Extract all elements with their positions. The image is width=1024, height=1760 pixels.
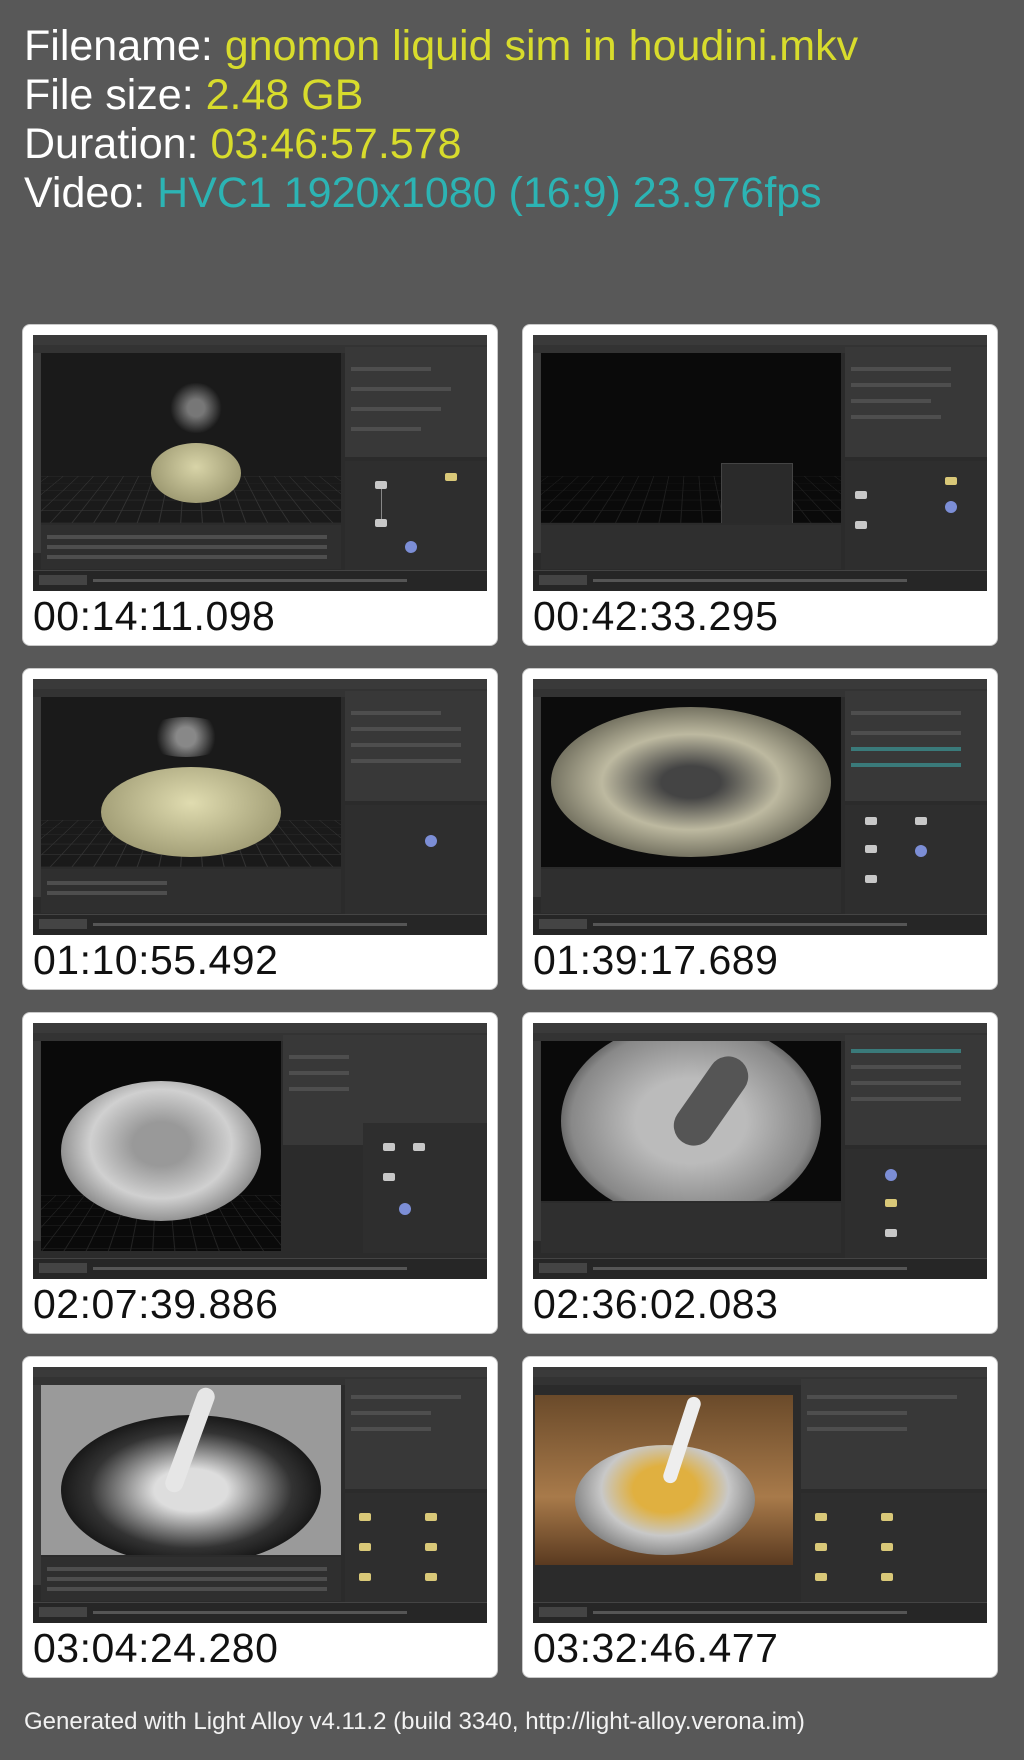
thumbnail-timestamp: 00:14:11.098 bbox=[33, 593, 276, 639]
thumbnail-card[interactable]: 02:07:39.886 bbox=[22, 1012, 498, 1334]
video-line: Video: HVC1 1920x1080 (16:9) 23.976fps bbox=[24, 169, 822, 217]
thumbnail-timestamp: 00:42:33.295 bbox=[533, 593, 779, 639]
video-frame bbox=[533, 1023, 987, 1279]
video-frame bbox=[533, 1367, 987, 1623]
filesize-line: File size: 2.48 GB bbox=[24, 71, 364, 119]
thumbnail-timestamp: 03:32:46.477 bbox=[533, 1625, 779, 1671]
video-frame bbox=[533, 335, 987, 591]
thumbnail-card[interactable]: 00:42:33.295 bbox=[522, 324, 998, 646]
video-frame bbox=[33, 1023, 487, 1279]
thumbnail-timestamp: 01:39:17.689 bbox=[533, 937, 779, 983]
thumbnail-card[interactable]: 00:14:11.098 bbox=[22, 324, 498, 646]
thumbnail-timestamp: 03:04:24.280 bbox=[33, 1625, 279, 1671]
file-info: Filename: gnomon liquid sim in houdini.m… bbox=[24, 22, 858, 218]
duration-line: Duration: 03:46:57.578 bbox=[24, 120, 462, 168]
thumbnail-card[interactable]: 03:32:46.477 bbox=[522, 1356, 998, 1678]
filesize-value: 2.48 GB bbox=[205, 71, 364, 119]
filename-value: gnomon liquid sim in houdini.mkv bbox=[224, 22, 859, 70]
thumbnail-card[interactable]: 01:10:55.492 bbox=[22, 668, 498, 990]
video-frame bbox=[33, 335, 487, 591]
filename-line: Filename: gnomon liquid sim in houdini.m… bbox=[24, 22, 859, 70]
thumbnail-card[interactable]: 01:39:17.689 bbox=[522, 668, 998, 990]
video-frame bbox=[533, 679, 987, 935]
video-value: HVC1 1920x1080 (16:9) 23.976fps bbox=[157, 169, 822, 217]
video-frame bbox=[33, 679, 487, 935]
thumbnail-card[interactable]: 02:36:02.083 bbox=[522, 1012, 998, 1334]
video-frame bbox=[33, 1367, 487, 1623]
generator-credit: Generated with Light Alloy v4.11.2 (buil… bbox=[24, 1708, 805, 1735]
thumbnail-timestamp: 02:07:39.886 bbox=[33, 1281, 279, 1327]
duration-value: 03:46:57.578 bbox=[210, 120, 462, 168]
thumbnail-timestamp: 01:10:55.492 bbox=[33, 937, 279, 983]
thumbnail-card[interactable]: 03:04:24.280 bbox=[22, 1356, 498, 1678]
thumbnail-timestamp: 02:36:02.083 bbox=[533, 1281, 779, 1327]
